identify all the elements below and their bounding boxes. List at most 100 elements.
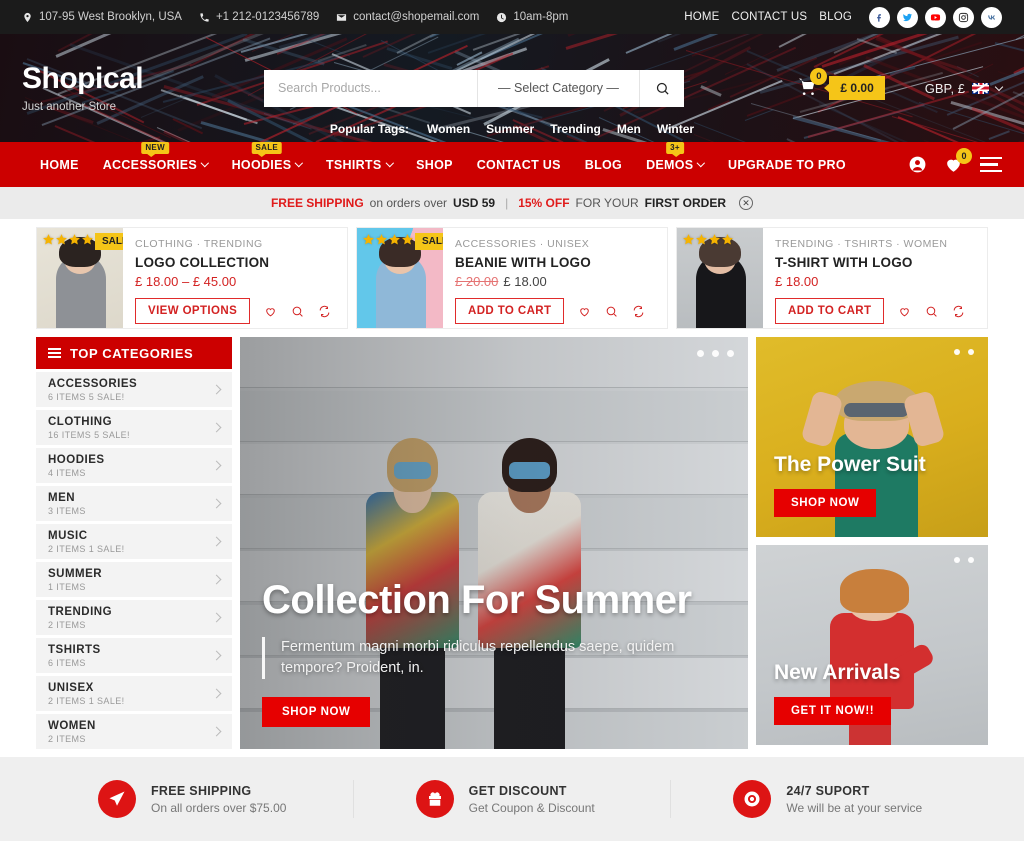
sidebar-item-women[interactable]: WOMEN 2 ITEMS bbox=[36, 714, 232, 749]
top-link-home[interactable]: HOME bbox=[684, 11, 719, 23]
product-title[interactable]: LOGO COLLECTION bbox=[135, 255, 347, 270]
vk-icon[interactable] bbox=[981, 7, 1002, 28]
quick-view-icon[interactable] bbox=[925, 305, 938, 318]
compare-icon[interactable] bbox=[318, 305, 331, 318]
chevron-right-icon bbox=[212, 385, 222, 395]
quick-view-icon[interactable] bbox=[291, 305, 304, 318]
twitter-icon[interactable] bbox=[897, 7, 918, 28]
wishlist-icon[interactable] bbox=[264, 305, 277, 318]
sidebar-item-unisex[interactable]: UNISEX 2 ITEMS 1 SALE! bbox=[36, 676, 232, 711]
compare-icon[interactable] bbox=[632, 305, 645, 318]
wishlist-icon[interactable] bbox=[898, 305, 911, 318]
nav-item-demos[interactable]: 3+ DEMOS bbox=[646, 158, 704, 172]
new-arrivals-dots[interactable] bbox=[954, 557, 974, 563]
sidebar-item-men[interactable]: MEN 3 ITEMS bbox=[36, 486, 232, 521]
sidebar-item-trending[interactable]: TRENDING 2 ITEMS bbox=[36, 600, 232, 635]
category-meta: 2 ITEMS 1 SALE! bbox=[48, 696, 125, 706]
tag-women[interactable]: Women bbox=[427, 122, 470, 136]
quick-view-icon[interactable] bbox=[605, 305, 618, 318]
product-title[interactable]: BEANIE WITH LOGO bbox=[455, 255, 667, 270]
product-price: £ 18.00 bbox=[775, 274, 987, 289]
star-icon bbox=[375, 233, 388, 246]
product-action-button[interactable]: ADD TO CART bbox=[775, 298, 884, 324]
category-select[interactable]: — Select Category — bbox=[477, 70, 639, 107]
category-name: ACCESSORIES bbox=[48, 378, 137, 390]
chevron-down-icon bbox=[385, 159, 393, 167]
top-link-contact-us[interactable]: CONTACT US bbox=[732, 11, 808, 23]
instagram-icon[interactable] bbox=[953, 7, 974, 28]
category-list: ACCESSORIES 6 ITEMS 5 SALE! CLOTHING 16 ITE… bbox=[36, 372, 232, 749]
facebook-icon[interactable] bbox=[869, 7, 890, 28]
nav-item-upgrade-to-pro[interactable]: UPGRADE TO PRO bbox=[728, 158, 846, 172]
hero-slider[interactable]: Collection For Summer Fermentum magni mo… bbox=[240, 337, 748, 749]
social-links bbox=[869, 7, 1002, 28]
sidebar-item-clothing[interactable]: CLOTHING 16 ITEMS 5 SALE! bbox=[36, 410, 232, 445]
top-link-blog[interactable]: BLOG bbox=[819, 11, 852, 23]
nav-item-contact-us[interactable]: CONTACT US bbox=[477, 158, 561, 172]
currency-switcher[interactable]: GBP, £ bbox=[925, 81, 1002, 96]
promo-card-power-suit[interactable]: The Power Suit SHOP NOW bbox=[756, 337, 988, 537]
nav-item-accessories[interactable]: NEW ACCESSORIES bbox=[103, 158, 208, 172]
email-item[interactable]: contact@shopemail.com bbox=[336, 11, 479, 23]
tag-men[interactable]: Men bbox=[617, 122, 641, 136]
star-icon bbox=[721, 233, 734, 246]
top-bar: 107-95 West Brooklyn, USA +1 212-0123456… bbox=[0, 0, 1024, 34]
youtube-icon[interactable] bbox=[925, 7, 946, 28]
promo-free-shipping: FREE SHIPPING bbox=[271, 196, 364, 210]
cart-widget[interactable]: 0 £ 0.00 bbox=[797, 76, 884, 100]
location-pin-icon bbox=[22, 12, 33, 23]
nav-item-shop[interactable]: SHOP bbox=[416, 158, 453, 172]
product-card[interactable]: SALE! CLOTHING · TRENDING LOGO COLLECTION £… bbox=[36, 227, 348, 329]
search-button[interactable] bbox=[639, 70, 684, 107]
nav-item-home[interactable]: HOME bbox=[40, 158, 79, 172]
power-suit-button[interactable]: SHOP NOW bbox=[774, 489, 876, 517]
nav-item-hoodies[interactable]: SALE HOODIES bbox=[232, 158, 302, 172]
tag-summer[interactable]: Summer bbox=[486, 122, 534, 136]
nav-item-tshirts[interactable]: TSHIRTS bbox=[326, 158, 392, 172]
sidebar-item-hoodies[interactable]: HOODIES 4 ITEMS bbox=[36, 448, 232, 483]
new-arrivals-button[interactable]: GET IT NOW!! bbox=[774, 697, 891, 725]
chevron-down-icon bbox=[995, 82, 1003, 90]
promo-card-new-arrivals[interactable]: New Arrivals GET IT NOW!! bbox=[756, 545, 988, 745]
chevron-right-icon bbox=[212, 499, 222, 509]
nav-badge: NEW bbox=[141, 142, 169, 154]
hours-text: 10am-8pm bbox=[513, 11, 568, 23]
account-button[interactable] bbox=[908, 155, 927, 174]
cart-count-badge: 0 bbox=[810, 68, 827, 85]
product-action-button[interactable]: VIEW OPTIONS bbox=[135, 298, 250, 324]
sidebar-item-music[interactable]: MUSIC 2 ITEMS 1 SALE! bbox=[36, 524, 232, 559]
category-meta: 2 ITEMS bbox=[48, 620, 112, 630]
nav-item-label: SHOP bbox=[416, 158, 453, 172]
product-action-button[interactable]: ADD TO CART bbox=[455, 298, 564, 324]
nav-item-blog[interactable]: BLOG bbox=[585, 158, 622, 172]
tag-winter[interactable]: Winter bbox=[657, 122, 694, 136]
sidebar-item-accessories[interactable]: ACCESSORIES 6 ITEMS 5 SALE! bbox=[36, 372, 232, 407]
product-card[interactable]: TRENDING · TSHIRTS · WOMEN T-SHIRT WITH L… bbox=[676, 227, 988, 329]
promo-text-1: on orders over bbox=[370, 196, 447, 210]
phone-item[interactable]: +1 212-0123456789 bbox=[199, 11, 319, 23]
category-meta: 6 ITEMS 5 SALE! bbox=[48, 392, 137, 402]
hamburger-menu-icon[interactable] bbox=[980, 157, 1002, 173]
wishlist-icon[interactable] bbox=[578, 305, 591, 318]
close-icon[interactable]: ✕ bbox=[739, 196, 753, 210]
product-card[interactable]: SALE! ACCESSORIES · UNISEX BEANIE WITH LOG… bbox=[356, 227, 668, 329]
product-title[interactable]: T-SHIRT WITH LOGO bbox=[775, 255, 987, 270]
popular-tags-label: Popular Tags: bbox=[330, 122, 409, 136]
sidebar-item-summer[interactable]: SUMMER 1 ITEMS bbox=[36, 562, 232, 597]
feature-free-shipping: FREE SHIPPING On all orders over $75.00 bbox=[36, 780, 353, 818]
feature-title: FREE SHIPPING bbox=[151, 784, 286, 798]
uk-flag-icon bbox=[972, 83, 989, 94]
search-input[interactable] bbox=[264, 70, 477, 107]
logo-block[interactable]: Shopical Just another Store bbox=[22, 64, 232, 113]
hero-slider-dots[interactable] bbox=[697, 350, 734, 357]
sidebar-item-tshirts[interactable]: TSHIRTS 6 ITEMS bbox=[36, 638, 232, 673]
power-suit-dots[interactable] bbox=[954, 349, 974, 355]
compare-icon[interactable] bbox=[952, 305, 965, 318]
category-name: TSHIRTS bbox=[48, 644, 101, 656]
tag-trending[interactable]: Trending bbox=[550, 122, 601, 136]
nav-items: HOME NEW ACCESSORIES SALE HOODIES TSHIRTS SHOP… bbox=[40, 158, 846, 172]
wishlist-button[interactable]: 0 bbox=[944, 155, 963, 174]
category-meta: 4 ITEMS bbox=[48, 468, 105, 478]
hero-title: Collection For Summer bbox=[262, 579, 692, 621]
hero-shop-now-button[interactable]: SHOP NOW bbox=[262, 697, 370, 727]
